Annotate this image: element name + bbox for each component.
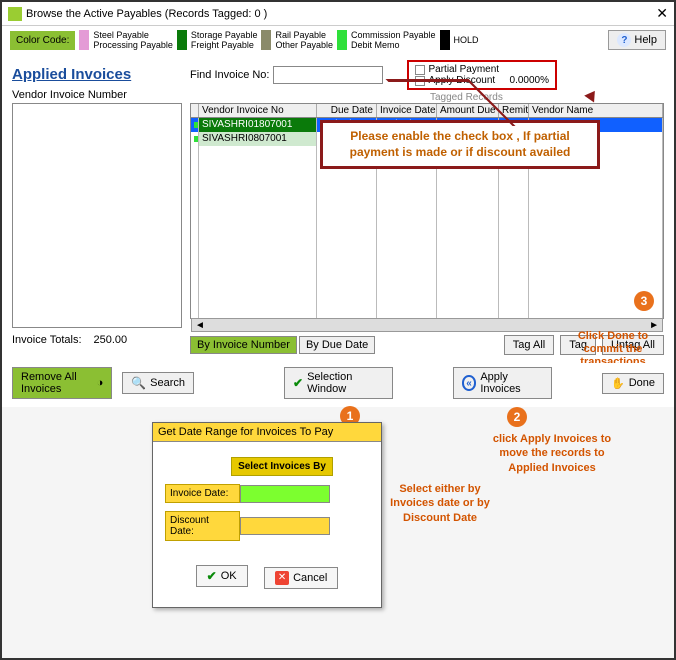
selection-window-button[interactable]: ✔Selection Window bbox=[284, 367, 393, 399]
remove-all-invoices-button[interactable]: Remove All Invoices◑ bbox=[12, 367, 112, 399]
invoice-totals: Invoice Totals: 250.00 bbox=[12, 334, 182, 346]
main-area: Applied Invoices Vendor Invoice Number I… bbox=[2, 54, 674, 363]
discount-date-input[interactable] bbox=[240, 517, 330, 535]
check-icon: ✔ bbox=[293, 376, 303, 390]
dialog-title: Get Date Range for Invoices To Pay bbox=[153, 423, 381, 442]
swatch-hold bbox=[440, 30, 450, 50]
done-icon: ✋ bbox=[611, 377, 625, 390]
applied-invoices-list[interactable] bbox=[12, 103, 182, 328]
swatch-rail-label: Rail Payable Other Payable bbox=[275, 30, 333, 50]
callout-enable-checkbox: Please enable the check box , If partial… bbox=[320, 120, 600, 169]
ok-check-icon: ✔ bbox=[207, 569, 217, 583]
discount-date-label: Discount Date: bbox=[165, 511, 240, 541]
tag-all-button[interactable]: Tag All bbox=[504, 335, 554, 355]
right-pane: Find Invoice No: Partial Payment Apply D… bbox=[190, 60, 664, 359]
search-button[interactable]: 🔍Search bbox=[122, 372, 194, 394]
done-button[interactable]: ✋Done bbox=[602, 373, 664, 394]
color-code-label: Color Code: bbox=[10, 31, 75, 50]
cancel-x-icon: ✕ bbox=[275, 571, 289, 585]
annotation-number-3: 3 bbox=[634, 291, 654, 311]
tab-by-invoice-number[interactable]: By Invoice Number bbox=[190, 336, 297, 354]
tab-by-due-date[interactable]: By Due Date bbox=[299, 336, 375, 354]
date-range-dialog: Get Date Range for Invoices To Pay Selec… bbox=[152, 422, 382, 608]
annotation-number-2: 2 bbox=[507, 407, 527, 427]
invoice-totals-value: 250.00 bbox=[94, 334, 128, 346]
invoice-date-label: Invoice Date: bbox=[165, 484, 240, 503]
annotation-select-by: Select either by Invoices date or by Dis… bbox=[390, 482, 490, 525]
vendor-invoice-number-label: Vendor Invoice Number bbox=[12, 89, 182, 101]
window-title: Browse the Active Payables (Records Tagg… bbox=[26, 8, 267, 20]
invoice-date-input[interactable] bbox=[240, 485, 330, 503]
swatch-commission bbox=[337, 30, 347, 50]
app-icon bbox=[8, 7, 22, 21]
help-button[interactable]: Help bbox=[608, 30, 666, 50]
swatch-hold-label: HOLD bbox=[454, 35, 479, 45]
ok-button[interactable]: ✔OK bbox=[196, 565, 248, 587]
applied-invoices-heading: Applied Invoices bbox=[12, 66, 182, 83]
find-invoice-label: Find Invoice No: bbox=[190, 69, 269, 81]
find-invoice-input[interactable] bbox=[273, 66, 383, 84]
swatch-storage bbox=[177, 30, 187, 50]
color-code-toolbar: Color Code: Steel Payable Processing Pay… bbox=[2, 26, 674, 54]
search-icon: 🔍 bbox=[131, 376, 146, 390]
partial-payment-check[interactable]: Partial Payment bbox=[415, 64, 549, 75]
apply-icon: « bbox=[462, 375, 477, 391]
window-titlebar: Browse the Active Payables (Records Tagg… bbox=[2, 2, 674, 26]
apply-invoices-button[interactable]: «Apply Invoices bbox=[453, 367, 552, 399]
swatch-commission-label: Commission Payable Debit Memo bbox=[351, 30, 436, 50]
swatch-steel bbox=[79, 30, 89, 50]
swatch-storage-label: Storage Payable Freight Payable bbox=[191, 30, 258, 50]
left-pane: Applied Invoices Vendor Invoice Number I… bbox=[12, 60, 182, 359]
swatch-rail bbox=[261, 30, 271, 50]
action-row: Remove All Invoices◑ 🔍Search ✔Selection … bbox=[2, 363, 674, 407]
cancel-button[interactable]: ✕Cancel bbox=[264, 567, 338, 589]
invoice-totals-label: Invoice Totals: bbox=[12, 334, 82, 346]
close-icon[interactable]: ✕ bbox=[656, 5, 668, 22]
annotation-apply: click Apply Invoices to move the records… bbox=[492, 432, 612, 475]
swatch-steel-label: Steel Payable Processing Payable bbox=[93, 30, 173, 50]
select-invoices-by-label: Select Invoices By bbox=[231, 457, 333, 476]
